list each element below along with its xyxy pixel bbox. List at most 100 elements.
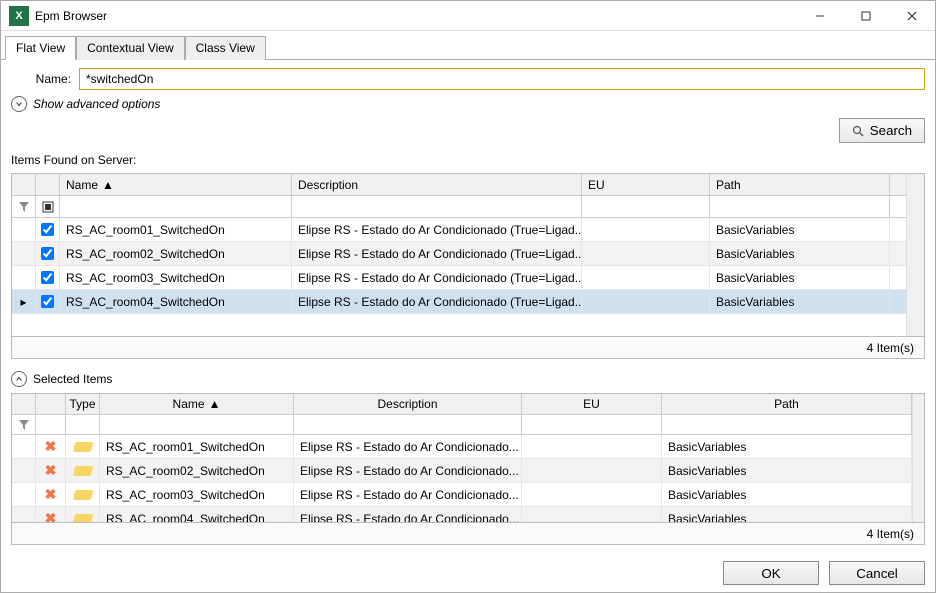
cell-path: BasicVariables bbox=[662, 483, 912, 506]
scrollbar[interactable] bbox=[912, 394, 924, 522]
tag-icon bbox=[72, 514, 93, 522]
table-row[interactable]: RS_AC_room02_SwitchedOnElipse RS - Estad… bbox=[12, 242, 906, 266]
row-indicator bbox=[12, 507, 36, 522]
col-path[interactable]: Path bbox=[662, 394, 912, 414]
advanced-options-toggle[interactable]: Show advanced options bbox=[11, 96, 925, 112]
chevron-up-icon bbox=[11, 371, 27, 387]
col-row-indicator bbox=[12, 394, 36, 414]
selected-items-toggle[interactable]: Selected Items bbox=[11, 371, 925, 387]
delete-row-button[interactable]: ✖ bbox=[36, 507, 66, 522]
cell-eu bbox=[582, 242, 710, 265]
row-indicator bbox=[12, 218, 36, 241]
row-checkbox[interactable] bbox=[36, 242, 60, 265]
col-delete bbox=[36, 394, 66, 414]
row-indicator bbox=[12, 435, 36, 458]
cell-eu bbox=[522, 435, 662, 458]
name-row: Name: bbox=[11, 68, 925, 90]
delete-icon: ✖ bbox=[45, 438, 57, 455]
cell-name: RS_AC_room01_SwitchedOn bbox=[60, 218, 292, 241]
cell-eu bbox=[522, 507, 662, 522]
row-checkbox[interactable] bbox=[36, 290, 60, 313]
row-checkbox[interactable] bbox=[36, 266, 60, 289]
delete-row-button[interactable]: ✖ bbox=[36, 459, 66, 482]
row-checkbox[interactable] bbox=[36, 218, 60, 241]
cell-eu bbox=[522, 483, 662, 506]
cell-description: Elipse RS - Estado do Ar Condicionado (T… bbox=[292, 266, 582, 289]
table-row[interactable]: ✖RS_AC_room03_SwitchedOnElipse RS - Esta… bbox=[12, 483, 912, 507]
col-path[interactable]: Path bbox=[710, 174, 890, 195]
cell-name: RS_AC_room01_SwitchedOn bbox=[100, 435, 294, 458]
col-description[interactable]: Description bbox=[294, 394, 522, 414]
tab-contextual-view[interactable]: Contextual View bbox=[76, 36, 185, 60]
cell-name: RS_AC_room03_SwitchedOn bbox=[60, 266, 292, 289]
filter-icon[interactable] bbox=[12, 415, 36, 434]
delete-row-button[interactable]: ✖ bbox=[36, 483, 66, 506]
cell-type bbox=[66, 507, 100, 522]
sort-asc-icon: ▲ bbox=[209, 397, 221, 411]
col-name[interactable]: Name▲ bbox=[60, 174, 292, 195]
selected-grid-body: ✖ RS_AC_room01_SwitchedOnElipse RS - Esta… bbox=[12, 435, 912, 522]
maximize-button[interactable] bbox=[843, 1, 889, 31]
row-indicator bbox=[12, 266, 36, 289]
titlebar: X Epm Browser bbox=[1, 1, 935, 31]
cancel-button[interactable]: Cancel bbox=[829, 561, 925, 585]
col-checkbox bbox=[36, 174, 60, 195]
cell-path: BasicVariables bbox=[710, 290, 890, 313]
epm-browser-window: X Epm Browser Flat View Contextual View … bbox=[0, 0, 936, 593]
col-type[interactable]: Type bbox=[66, 394, 100, 414]
name-input[interactable] bbox=[79, 68, 925, 90]
ok-button[interactable]: OK bbox=[723, 561, 819, 585]
app-icon: X bbox=[9, 6, 29, 26]
row-indicator: ▸ bbox=[12, 290, 36, 313]
items-grid-wrapper: Name▲ Description EU Path bbox=[11, 173, 925, 359]
table-row[interactable]: RS_AC_room03_SwitchedOnElipse RS - Estad… bbox=[12, 266, 906, 290]
col-eu[interactable]: EU bbox=[582, 174, 710, 195]
search-icon bbox=[852, 125, 864, 137]
items-grid: Name▲ Description EU Path bbox=[11, 173, 925, 337]
cell-path: BasicVariables bbox=[710, 218, 890, 241]
items-found-label: Items Found on Server: bbox=[11, 153, 925, 167]
table-row[interactable]: RS_AC_room01_SwitchedOnElipse RS - Estad… bbox=[12, 218, 906, 242]
cell-type bbox=[66, 483, 100, 506]
cell-eu bbox=[522, 459, 662, 482]
tag-icon bbox=[72, 442, 93, 452]
selected-grid-wrapper: Type Name▲ Description EU Path bbox=[11, 393, 925, 545]
filter-icon[interactable] bbox=[12, 196, 36, 217]
cell-path: BasicVariables bbox=[662, 435, 912, 458]
advanced-options-label: Show advanced options bbox=[33, 97, 160, 111]
col-eu[interactable]: EU bbox=[522, 394, 662, 414]
delete-row-button[interactable]: ✖ bbox=[36, 435, 66, 458]
delete-icon: ✖ bbox=[45, 510, 57, 522]
cell-eu bbox=[582, 290, 710, 313]
table-row[interactable]: ✖RS_AC_room02_SwitchedOnElipse RS - Esta… bbox=[12, 459, 912, 483]
dialog-buttons: OK Cancel bbox=[1, 553, 935, 593]
selected-items-label: Selected Items bbox=[33, 372, 112, 386]
tab-flat-view[interactable]: Flat View bbox=[5, 36, 76, 60]
cell-path: BasicVariables bbox=[710, 266, 890, 289]
sort-asc-icon: ▲ bbox=[102, 178, 114, 192]
tab-class-view[interactable]: Class View bbox=[185, 36, 266, 60]
items-grid-filter-row bbox=[12, 196, 906, 218]
minimize-button[interactable] bbox=[797, 1, 843, 31]
cell-description: Elipse RS - Estado do Ar Condicionado... bbox=[294, 459, 522, 482]
cell-path: BasicVariables bbox=[710, 242, 890, 265]
cell-name: RS_AC_room02_SwitchedOn bbox=[60, 242, 292, 265]
select-all-checkbox[interactable] bbox=[36, 196, 60, 217]
items-grid-body: RS_AC_room01_SwitchedOn Elipse RS - Estad… bbox=[12, 218, 906, 314]
cell-type bbox=[66, 459, 100, 482]
table-row[interactable]: ✖RS_AC_room04_SwitchedOnElipse RS - Esta… bbox=[12, 507, 912, 522]
name-label: Name: bbox=[11, 72, 71, 86]
delete-icon: ✖ bbox=[45, 486, 57, 503]
items-grid-header: Name▲ Description EU Path bbox=[12, 174, 906, 196]
close-button[interactable] bbox=[889, 1, 935, 31]
delete-icon: ✖ bbox=[45, 462, 57, 479]
col-name[interactable]: Name▲ bbox=[100, 394, 294, 414]
search-button[interactable]: Search bbox=[839, 118, 925, 143]
table-row[interactable]: ▸RS_AC_room04_SwitchedOnElipse RS - Esta… bbox=[12, 290, 906, 314]
table-row[interactable]: ✖RS_AC_room01_SwitchedOnElipse RS - Esta… bbox=[12, 435, 912, 459]
tag-icon bbox=[72, 466, 93, 476]
col-row-indicator bbox=[12, 174, 36, 195]
col-description[interactable]: Description bbox=[292, 174, 582, 195]
dialog-body: Name: Show advanced options Search Items… bbox=[1, 60, 935, 553]
scrollbar[interactable] bbox=[906, 174, 924, 336]
